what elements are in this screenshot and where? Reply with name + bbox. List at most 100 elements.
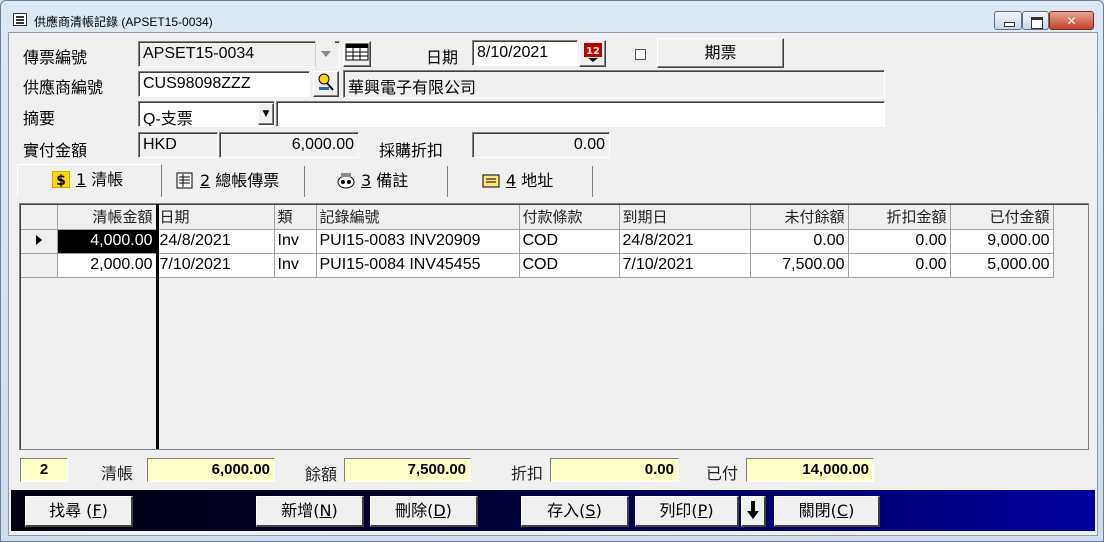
cell-discount-amount[interactable]: 0.00 xyxy=(848,229,951,254)
find-button[interactable]: 找尋 (F) xyxy=(25,496,133,527)
svg-text:12: 12 xyxy=(586,46,600,57)
lookup-icon xyxy=(318,73,334,91)
table-row[interactable]: 2,000.00 7/10/2021 Inv PUI15-0084 INV454… xyxy=(21,253,1054,278)
settlement-grid[interactable]: 清帳金額 日期 類 記錄編號 付款條款 到期日 未付餘額 折扣金額 已付金額 4… xyxy=(19,203,1089,450)
tab-notes-label: 備註 xyxy=(376,171,409,190)
note-icon xyxy=(337,173,355,189)
balance-total-label: 餘額 xyxy=(305,465,338,484)
voucher-dropdown-icon[interactable] xyxy=(315,41,335,67)
currency-value: HKD xyxy=(143,136,177,153)
supplier-lookup-button[interactable] xyxy=(313,71,339,97)
summary-text-field[interactable] xyxy=(276,101,885,127)
col-paid-amount[interactable]: 已付金額 xyxy=(950,205,1054,230)
frozen-column-divider xyxy=(156,204,159,449)
ledger-icon xyxy=(176,172,193,189)
postdated-button[interactable]: 期票 xyxy=(657,38,784,68)
cell-due-date[interactable]: 7/10/2021 xyxy=(619,253,751,278)
title-bar[interactable]: 供應商清帳記錄 (APSET15-0034) xyxy=(1,1,1103,31)
calendar-list-button[interactable] xyxy=(343,41,371,67)
summary-type-select[interactable]: Q-支票 xyxy=(138,101,275,127)
tab-ledger[interactable]: 2 總帳傳票 xyxy=(162,166,305,197)
balance-total-value: 7,500.00 xyxy=(407,461,466,478)
amount-value: 6,000.00 xyxy=(291,136,354,153)
cell-payment-terms[interactable]: COD xyxy=(519,229,620,254)
calendar-icon: 12 xyxy=(583,43,602,62)
tab-ledger-num: 2 xyxy=(200,171,211,190)
maximize-button[interactable] xyxy=(1022,11,1049,30)
svg-text:$: $ xyxy=(56,173,66,188)
app-icon[interactable] xyxy=(13,13,27,26)
settle-total-value: 6,000.00 xyxy=(211,461,270,478)
cell-due-date[interactable]: 24/8/2021 xyxy=(619,229,751,254)
date-picker-button[interactable]: 12 xyxy=(579,40,606,67)
cell-type[interactable]: Inv xyxy=(274,253,317,278)
table-row[interactable]: 4,000.00 24/8/2021 Inv PUI15-0083 INV209… xyxy=(21,229,1054,254)
discount-total-field: 0.00 xyxy=(550,458,679,482)
dollar-icon: $ xyxy=(52,171,70,188)
cell-paid-amount[interactable]: 9,000.00 xyxy=(950,229,1054,254)
discount-label: 採購折扣 xyxy=(379,141,444,160)
cell-outstanding[interactable]: 0.00 xyxy=(750,229,849,254)
voucher-no-field[interactable]: APSET15-0034 xyxy=(138,41,340,67)
tab-ledger-label: 總帳傳票 xyxy=(215,171,280,190)
cell-date[interactable]: 7/10/2021 xyxy=(156,253,275,278)
address-icon xyxy=(482,174,500,188)
amount-label: 實付金額 xyxy=(23,141,88,160)
discount-field[interactable]: 0.00 xyxy=(472,132,610,158)
col-discount-amount[interactable]: 折扣金額 xyxy=(848,205,951,230)
postdated-checkbox[interactable] xyxy=(635,49,646,60)
app-window: 供應商清帳記錄 (APSET15-0034) 傳票編號 APSET15-0034… xyxy=(0,0,1104,542)
form-body: 傳票編號 APSET15-0034 日期 8/10/2021 12 期票 供應商… xyxy=(8,32,1098,536)
close-window-button[interactable] xyxy=(1049,11,1094,30)
tab-address[interactable]: 4 地址 xyxy=(448,166,593,197)
paid-total-label: 已付 xyxy=(706,464,739,483)
currency-field: HKD xyxy=(138,132,218,158)
supplier-name-field: 華興電子有限公司 xyxy=(343,70,885,98)
cell-record-no[interactable]: PUI15-0084 INV45455 xyxy=(316,253,520,278)
delete-button[interactable]: 刪除(D) xyxy=(370,496,478,527)
current-row-pointer-icon xyxy=(21,229,58,254)
settle-total-field: 6,000.00 xyxy=(147,458,275,482)
col-settle-amount[interactable]: 清帳金額 xyxy=(57,205,157,230)
date-field[interactable]: 8/10/2021 xyxy=(472,40,578,66)
cell-settle-amount[interactable]: 2,000.00 xyxy=(57,253,157,278)
summary-dropdown-icon[interactable]: ▼ xyxy=(258,103,274,125)
cell-paid-amount[interactable]: 5,000.00 xyxy=(950,253,1054,278)
col-date[interactable]: 日期 xyxy=(156,205,275,230)
amount-field[interactable]: 6,000.00 xyxy=(219,132,359,158)
col-type[interactable]: 類 xyxy=(274,205,317,230)
minimize-button[interactable] xyxy=(994,11,1022,30)
supplier-no-label: 供應商編號 xyxy=(23,78,104,97)
print-options-button[interactable] xyxy=(741,496,766,527)
window-title: 供應商清帳記錄 (APSET15-0034) xyxy=(34,15,213,29)
save-button[interactable]: 存入(S) xyxy=(521,496,629,527)
summary-type-value: Q-支票 xyxy=(143,111,193,127)
voucher-no-label: 傳票編號 xyxy=(23,48,88,67)
tab-settle-num: 1 xyxy=(76,170,87,189)
discount-value: 0.00 xyxy=(573,136,605,153)
cell-settle-amount[interactable]: 4,000.00 xyxy=(57,229,157,254)
supplier-name-value: 華興電子有限公司 xyxy=(348,80,477,97)
balance-total-field: 7,500.00 xyxy=(344,458,471,482)
cell-type[interactable]: Inv xyxy=(274,229,317,254)
add-button[interactable]: 新增(N) xyxy=(256,496,364,527)
settle-total-label: 清帳 xyxy=(101,464,134,483)
print-button[interactable]: 列印(P) xyxy=(635,496,739,527)
col-payment-terms[interactable]: 付款條款 xyxy=(519,205,620,230)
close-button[interactable]: 關閉(C) xyxy=(774,496,880,527)
grid-header-row: 清帳金額 日期 類 記錄編號 付款條款 到期日 未付餘額 折扣金額 已付金額 xyxy=(21,205,1054,230)
col-outstanding[interactable]: 未付餘額 xyxy=(750,205,849,230)
date-value: 8/10/2021 xyxy=(477,44,549,61)
tab-notes[interactable]: 3 備註 xyxy=(305,166,448,197)
paid-total-value: 14,000.00 xyxy=(802,461,869,478)
supplier-no-field[interactable]: CUS98098ZZZ xyxy=(138,71,310,97)
col-record-no[interactable]: 記錄編號 xyxy=(316,205,520,230)
cell-date[interactable]: 24/8/2021 xyxy=(156,229,275,254)
cell-payment-terms[interactable]: COD xyxy=(519,253,620,278)
col-due-date[interactable]: 到期日 xyxy=(619,205,751,230)
cell-record-no[interactable]: PUI15-0083 INV20909 xyxy=(316,229,520,254)
tab-address-num: 4 xyxy=(506,171,517,190)
tab-settle[interactable]: $ 1 清帳 xyxy=(17,164,162,197)
cell-discount-amount[interactable]: 0.00 xyxy=(848,253,951,278)
cell-outstanding[interactable]: 7,500.00 xyxy=(750,253,849,278)
